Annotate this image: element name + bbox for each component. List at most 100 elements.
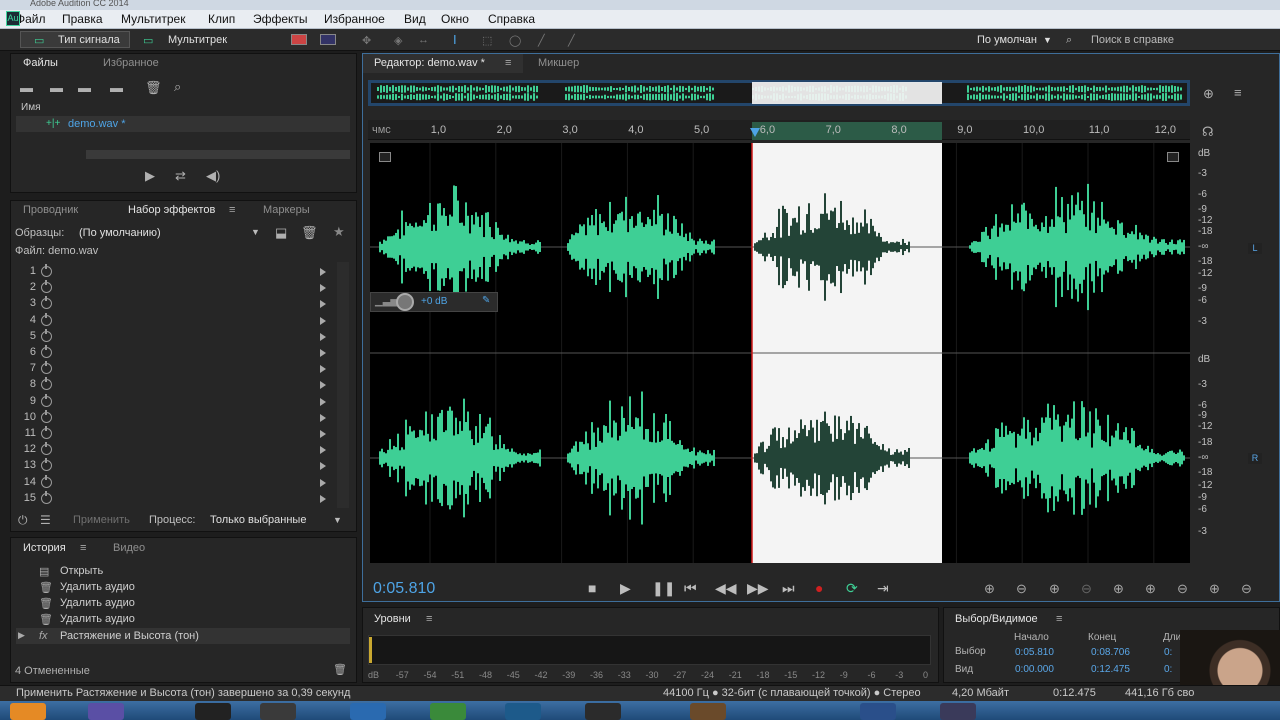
power-icon[interactable] [41,426,52,439]
panel-menu-icon[interactable]: ≡ [426,613,432,625]
autoplay-icon[interactable]: ◀) [206,168,220,184]
spectral-pitch-icon[interactable] [320,34,336,45]
marquee-tool-icon[interactable]: ⬚ [482,34,492,47]
zoom-all-icon[interactable]: ⊖ [1241,581,1252,597]
tab-effects-rack[interactable]: Набор эффектов [128,204,215,216]
power-icon[interactable] [41,312,52,326]
taskbar-app-icon[interactable] [860,703,896,720]
waveform-display[interactable] [370,143,1190,563]
delete-preset-icon[interactable]: 🗑 [301,225,318,241]
open-file-icon[interactable]: ▬ [20,80,33,95]
effects-scrollbar[interactable] [337,262,349,508]
save-preset-icon[interactable]: ⬓ [275,225,287,241]
taskbar-app-icon[interactable] [260,703,296,720]
healing-tool-icon[interactable]: ╱ [568,34,575,47]
trash-icon[interactable]: 🗑 [145,80,162,96]
effect-slot-menu-icon[interactable] [320,381,326,390]
effect-slot-menu-icon[interactable] [320,494,326,503]
taskbar-app-icon[interactable] [10,703,46,720]
lasso-tool-icon[interactable]: ◯ [509,34,521,47]
skip-forward-icon[interactable]: ⏭ [782,580,795,597]
effect-slot-menu-icon[interactable] [320,284,326,293]
power-icon[interactable] [41,345,52,358]
selection-start[interactable]: 0:05.810 [1015,647,1054,658]
menu-view[interactable]: Вид [404,12,426,26]
levels-title[interactable]: Уровни [374,613,411,625]
view-start[interactable]: 0:00.000 [1015,664,1054,675]
tab-markers[interactable]: Маркеры [263,204,310,216]
taskbar-app-icon[interactable] [585,703,621,720]
import-icon[interactable]: ▬ [50,80,63,95]
effect-slot-menu-icon[interactable] [320,316,326,325]
history-item[interactable]: Удалить аудио [60,613,135,625]
tab-favorites[interactable]: Избранное [103,57,159,69]
power-icon[interactable] [41,393,52,407]
help-search-input[interactable]: Поиск в справке [1091,34,1174,46]
taskbar-app-icon[interactable] [195,703,231,720]
effect-slot-menu-icon[interactable] [320,430,326,438]
file-row[interactable] [16,116,350,132]
effect-slot-menu-icon[interactable] [320,332,326,341]
effect-slot-menu-icon[interactable] [320,446,326,455]
razor-tool-icon[interactable]: ◈ [394,34,402,47]
time-selection-tool-icon[interactable]: I [453,32,457,47]
skip-selection-icon[interactable]: ⇥ [877,580,889,597]
brush-tool-icon[interactable]: ╱ [538,34,545,47]
selection-duration[interactable]: 0: [1164,647,1172,658]
panel-menu-icon[interactable]: ≡ [1056,613,1062,625]
skip-back-icon[interactable]: ⏮ [684,580,697,597]
list-icon[interactable]: ☰ [40,513,51,527]
zoom-selection-icon[interactable]: ⊕ [1209,581,1220,597]
power-icon[interactable] [41,474,52,488]
current-time[interactable]: 0:05.810 [373,580,435,598]
channel-left-label[interactable]: L [1248,243,1262,254]
effect-slot-menu-icon[interactable] [320,478,326,487]
history-item[interactable]: Открыть [60,565,103,577]
effect-slot-menu-icon[interactable] [320,413,326,422]
insert-icon[interactable]: ▬ [110,80,123,95]
taskbar-app-icon[interactable] [88,703,124,720]
power-toggle-icon[interactable]: ⏻ [18,513,28,528]
selection-end[interactable]: 0:08.706 [1091,647,1130,658]
taskbar-app-icon[interactable] [940,703,976,720]
menu-help[interactable]: Справка [488,12,535,26]
trash-icon[interactable]: 🗑 [333,663,347,676]
zoom-out-time-icon[interactable]: ⊖ [1081,581,1092,597]
record-icon[interactable]: ● [815,580,823,596]
power-icon[interactable] [41,409,52,423]
stop-icon[interactable]: ■ [588,580,596,596]
tab-history[interactable]: История [23,542,66,554]
files-scrollbar[interactable] [86,150,350,159]
effect-slot-menu-icon[interactable] [320,397,326,406]
playhead-handle[interactable] [750,128,760,137]
multitrack-view-button[interactable]: Мультитрек [168,34,227,46]
tab-video[interactable]: Видео [113,542,145,554]
view-duration[interactable]: 0: [1164,664,1172,675]
rewind-icon[interactable]: ◀◀ [715,580,737,597]
zoom-full-icon[interactable]: ⊕ [1113,581,1124,597]
menu-edit[interactable]: Правка [62,12,103,26]
volume-knob[interactable] [396,293,414,311]
zoom-in-point-icon[interactable]: ⊕ [1145,581,1156,597]
menu-favorites[interactable]: Избранное [324,12,385,26]
zoom-out-point-icon[interactable]: ⊖ [1177,581,1188,597]
effect-slot-menu-icon[interactable] [320,300,326,309]
taskbar-app-icon[interactable] [505,703,541,720]
menu-file[interactable]: Файл [16,12,46,26]
pause-icon[interactable]: ❚❚ [652,580,675,597]
slip-tool-icon[interactable]: ↔ [418,34,429,46]
taskbar-app-icon[interactable] [690,703,726,720]
menu-multitrack[interactable]: Мультитрек [121,12,185,26]
favorite-star-icon[interactable]: ★ [333,224,345,240]
view-end[interactable]: 0:12.475 [1091,664,1130,675]
effect-slot-menu-icon[interactable] [320,349,326,357]
channel-right-label[interactable]: R [1248,453,1262,464]
tab-files[interactable]: Файлы [23,57,58,69]
overview-navigator[interactable] [368,80,1190,106]
taskbar-app-icon[interactable] [350,703,386,720]
fast-forward-icon[interactable]: ▶▶ [747,580,769,597]
effect-slot-menu-icon[interactable] [320,462,326,471]
effect-slot-menu-icon[interactable] [320,268,326,276]
menu-clip[interactable]: Клип [208,12,235,26]
tab-explorer[interactable]: Проводник [23,204,78,216]
